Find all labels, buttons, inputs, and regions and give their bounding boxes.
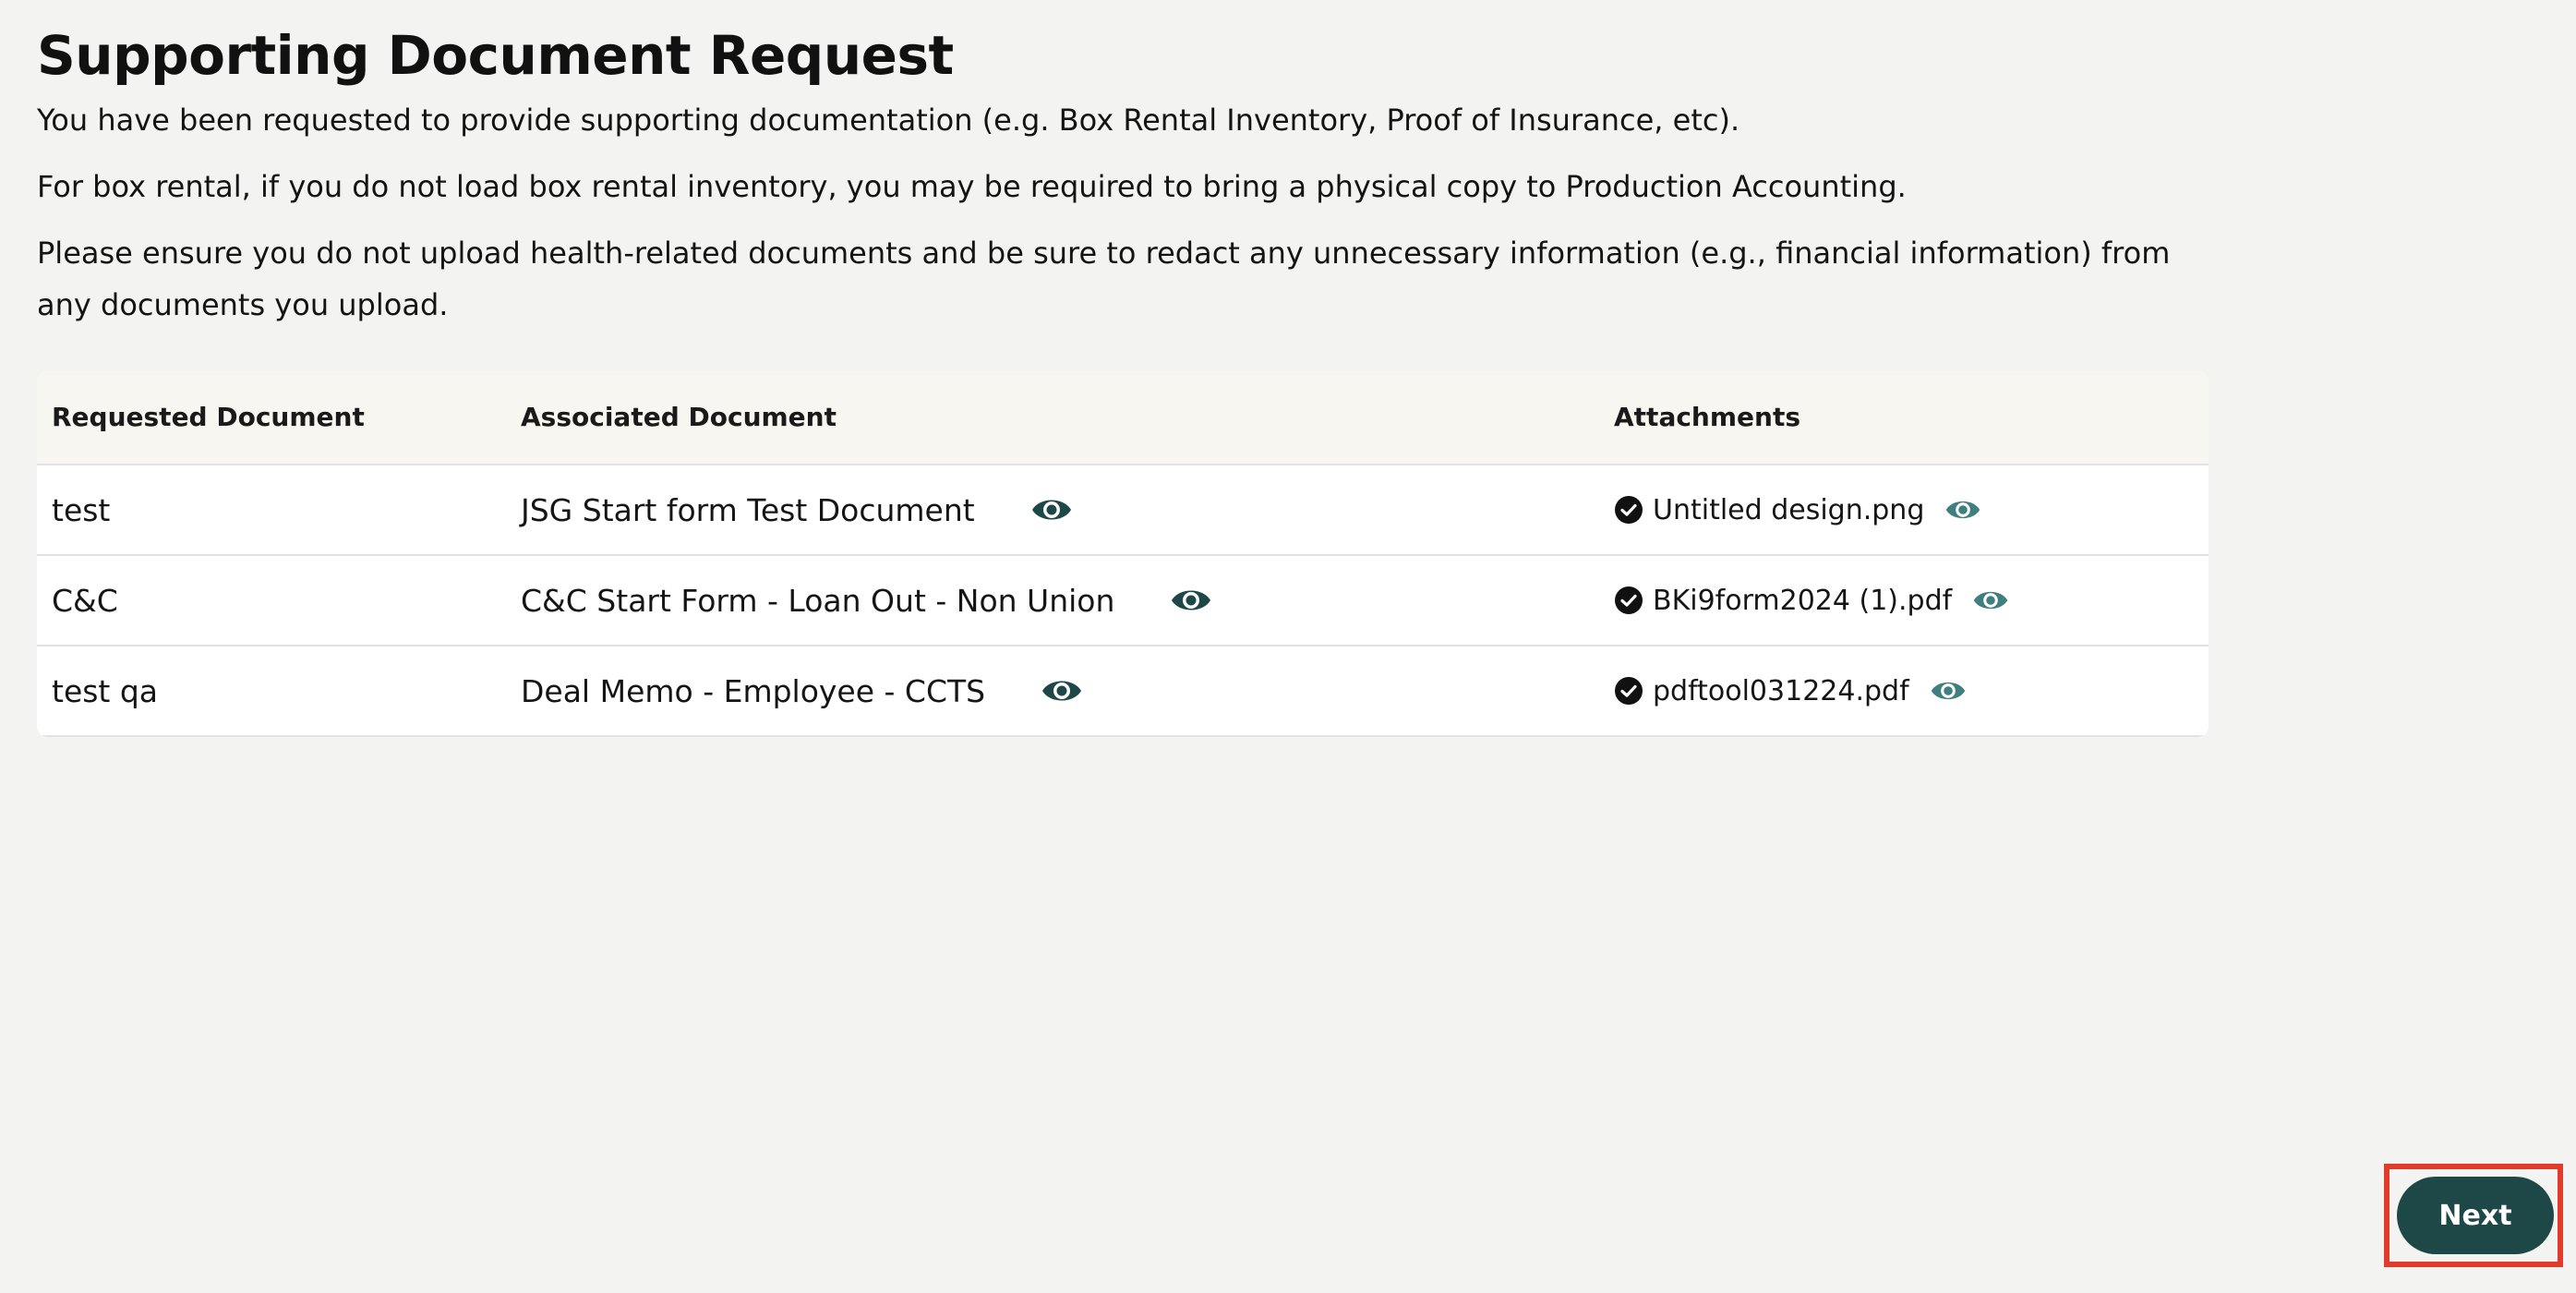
eye-icon: [1031, 500, 1071, 520]
eye-icon: [1946, 501, 1980, 519]
view-attachment-button[interactable]: [1970, 585, 2011, 616]
documents-table: Requested Document Associated Document A…: [37, 371, 2209, 737]
attachment-file-name: pdftool031224.pdf: [1653, 674, 1909, 707]
eye-icon: [1973, 591, 2008, 610]
page-title: Supporting Document Request: [37, 24, 954, 87]
associated-document-cell: Deal Memo - Employee - CCTS: [521, 646, 1087, 735]
attachment-cell: pdftool031224.pdf: [1614, 646, 1968, 735]
view-associated-document-button[interactable]: [1166, 582, 1216, 619]
view-associated-document-button[interactable]: [1027, 491, 1077, 528]
check-circle-icon: [1614, 495, 1643, 525]
header-associated-document: Associated Document: [521, 402, 837, 432]
associated-document-name: C&C Start Form - Loan Out - Non Union: [521, 582, 1115, 619]
intro-paragraph-1: You have been requested to provide suppo…: [37, 103, 1740, 138]
eye-icon: [1931, 682, 1965, 700]
next-button[interactable]: Next: [2397, 1177, 2554, 1254]
table-row: test JSG Start form Test Document Untitl…: [37, 465, 2209, 556]
requested-document-cell: test: [52, 491, 111, 528]
table-row: C&C C&C Start Form - Loan Out - Non Unio…: [37, 556, 2209, 646]
attachment-file-name: BKi9form2024 (1).pdf: [1653, 584, 1953, 617]
check-circle-icon: [1614, 676, 1643, 706]
eye-icon: [1172, 590, 1211, 610]
attachment-cell: Untitled design.png: [1614, 465, 1983, 554]
attachment-file-name: Untitled design.png: [1653, 493, 1925, 526]
intro-paragraph-2: For box rental, if you do not load box r…: [37, 169, 1907, 204]
table-row: test qa Deal Memo - Employee - CCTS pdft…: [37, 646, 2209, 737]
intro-paragraph-3: Please ensure you do not upload health-r…: [37, 236, 2171, 322]
view-attachment-button[interactable]: [1943, 494, 1983, 526]
requested-document-cell: test qa: [52, 672, 159, 709]
associated-document-cell: C&C Start Form - Loan Out - Non Union: [521, 556, 1216, 645]
associated-document-cell: JSG Start form Test Document: [521, 465, 1077, 554]
header-attachments: Attachments: [1614, 402, 1801, 432]
page: Supporting Document Request You have bee…: [37, 0, 2209, 331]
associated-document-name: Deal Memo - Employee - CCTS: [521, 672, 986, 709]
view-associated-document-button[interactable]: [1037, 672, 1087, 709]
view-attachment-button[interactable]: [1928, 675, 1968, 707]
check-circle-icon: [1614, 586, 1643, 615]
header-requested-document: Requested Document: [52, 402, 365, 432]
requested-document-cell: C&C: [52, 582, 118, 619]
eye-icon: [1042, 681, 1082, 701]
table-header: Requested Document Associated Document A…: [37, 371, 2209, 465]
associated-document-name: JSG Start form Test Document: [521, 491, 975, 528]
attachment-cell: BKi9form2024 (1).pdf: [1614, 556, 2011, 645]
